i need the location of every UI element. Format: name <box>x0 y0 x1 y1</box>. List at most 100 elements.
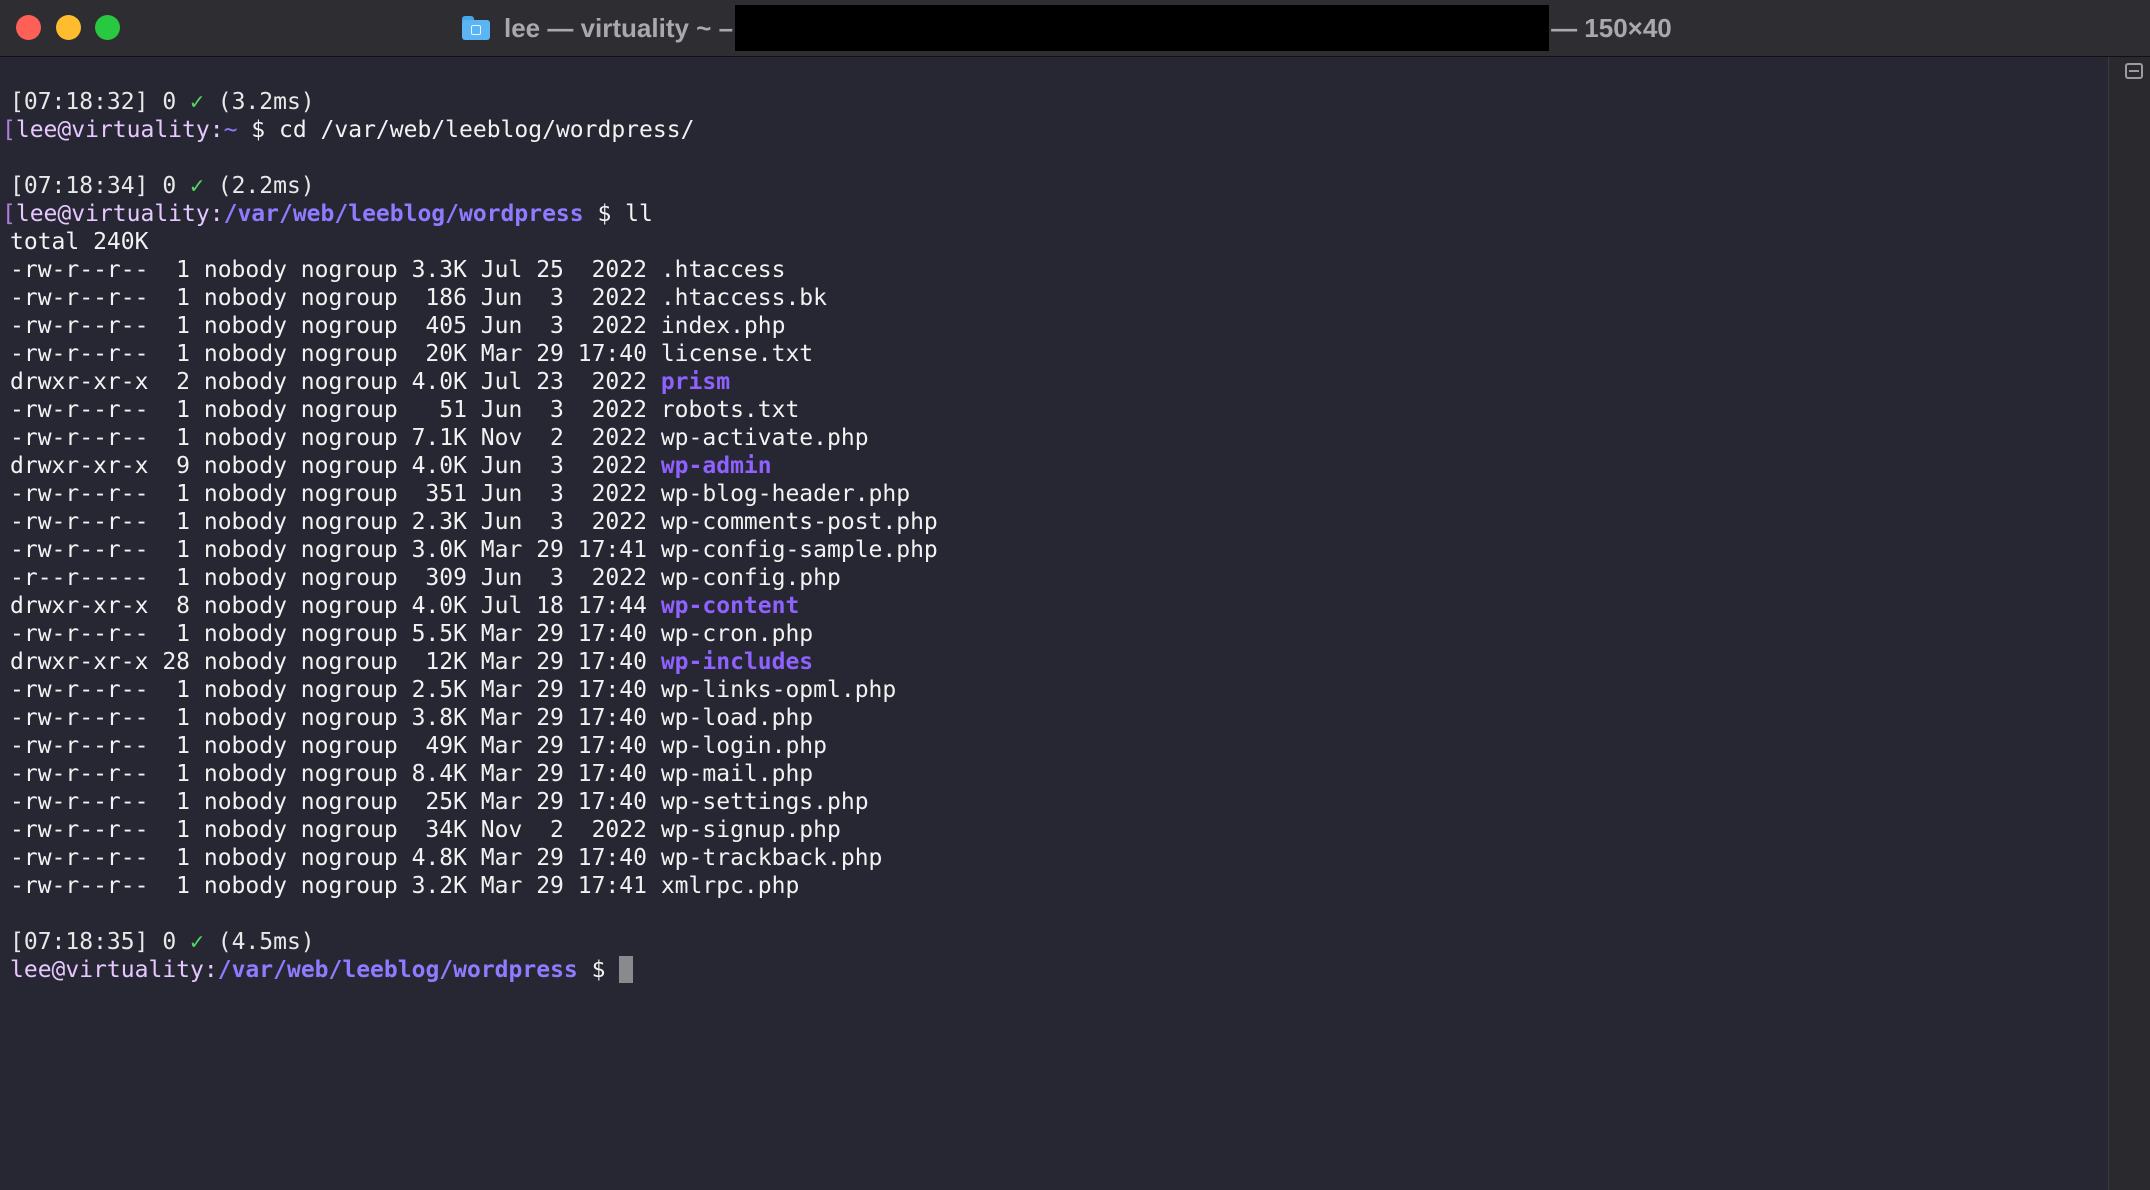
file-info: -rw-r--r-- 1 nobody nogroup 405 Jun 3 20… <box>10 313 661 339</box>
status-time: [07:18:32] 0 <box>10 89 191 115</box>
prompt-path: ~ <box>223 117 238 143</box>
file-info: drwxr-xr-x 8 nobody nogroup 4.0K Jul 18 … <box>10 593 661 619</box>
file-name: wp-login.php <box>660 733 827 759</box>
directory-name: wp-admin <box>660 453 772 479</box>
status-line: [07:18:34] 0 ✓ (2.2ms) <box>10 172 315 200</box>
file-name: robots.txt <box>660 397 800 423</box>
split-pane-icon[interactable] <box>2125 63 2143 79</box>
file-name: wp-settings.php <box>660 789 869 815</box>
listing-row: -rw-r--r-- 1 nobody nogroup 25K Mar 29 1… <box>10 788 869 816</box>
file-info: drwxr-xr-x 28 nobody nogroup 12K Mar 29 … <box>10 649 661 675</box>
listing-row: -rw-r--r-- 1 nobody nogroup 51 Jun 3 202… <box>10 396 799 424</box>
status-time: [07:18:34] 0 <box>10 173 191 199</box>
file-name: wp-trackback.php <box>660 845 883 871</box>
file-info: -rw-r--r-- 1 nobody nogroup 5.5K Mar 29 … <box>10 621 661 647</box>
file-name: wp-load.php <box>660 705 814 731</box>
prompt-bracket: [ <box>2 117 16 143</box>
zoom-button[interactable] <box>95 15 120 40</box>
file-name: wp-cron.php <box>660 621 814 647</box>
terminal-output[interactable]: [07:18:32] 0 ✓ (3.2ms) [lee@virtuality:~… <box>0 57 2122 1190</box>
status-line: [07:18:32] 0 ✓ (3.2ms) <box>10 88 315 116</box>
file-info: -rw-r--r-- 1 nobody nogroup 8.4K Mar 29 … <box>10 761 661 787</box>
listing-row: -rw-r--r-- 1 nobody nogroup 8.4K Mar 29 … <box>10 760 813 788</box>
prompt-user: lee@virtuality <box>10 957 204 983</box>
terminal-window: lee — virtuality ~ – — 150×40 [07:18:32]… <box>0 0 2150 1190</box>
file-name: wp-blog-header.php <box>660 481 911 507</box>
listing-row: -rw-r--r-- 1 nobody nogroup 7.1K Nov 2 2… <box>10 424 869 452</box>
file-info: -rw-r--r-- 1 nobody nogroup 34K Nov 2 20… <box>10 817 661 843</box>
check-icon: ✓ <box>190 929 204 955</box>
prompt-colon: : <box>209 201 224 227</box>
listing-row: -rw-r--r-- 1 nobody nogroup 405 Jun 3 20… <box>10 312 785 340</box>
file-name: .htaccess <box>660 257 786 283</box>
minimize-button[interactable] <box>56 15 81 40</box>
listing-row: -r--r----- 1 nobody nogroup 309 Jun 3 20… <box>10 564 841 592</box>
check-icon: ✓ <box>190 173 204 199</box>
prompt-command: $ cd /var/web/leeblog/wordpress/ <box>237 117 695 143</box>
close-button[interactable] <box>16 15 41 40</box>
status-duration: (4.5ms) <box>203 929 315 955</box>
file-name: wp-activate.php <box>660 425 869 451</box>
file-info: -rw-r--r-- 1 nobody nogroup 2.5K Mar 29 … <box>10 677 661 703</box>
file-info: drwxr-xr-x 9 nobody nogroup 4.0K Jun 3 2… <box>10 453 661 479</box>
redacted-block <box>735 5 1550 51</box>
file-info: -rw-r--r-- 1 nobody nogroup 3.8K Mar 29 … <box>10 705 661 731</box>
title-bar[interactable]: lee — virtuality ~ – — 150×40 <box>0 0 2150 57</box>
text-cursor[interactable] <box>619 956 634 983</box>
file-name: wp-links-opml.php <box>660 677 897 703</box>
file-name: wp-comments-post.php <box>660 509 938 535</box>
listing-row: -rw-r--r-- 1 nobody nogroup 34K Nov 2 20… <box>10 816 841 844</box>
check-icon: ✓ <box>190 89 204 115</box>
listing-row: -rw-r--r-- 1 nobody nogroup 2.3K Jun 3 2… <box>10 508 938 536</box>
directory-name: wp-content <box>660 593 800 619</box>
prompt-user: lee@virtuality <box>15 201 210 227</box>
listing-row: -rw-r--r-- 1 nobody nogroup 186 Jun 3 20… <box>10 284 827 312</box>
listing-row: -rw-r--r-- 1 nobody nogroup 4.8K Mar 29 … <box>10 844 882 872</box>
status-duration: (2.2ms) <box>203 173 315 199</box>
home-folder-icon <box>462 16 490 40</box>
directory-name: wp-includes <box>660 649 814 675</box>
file-name: wp-mail.php <box>660 761 814 787</box>
prompt-bracket: [ <box>2 201 16 227</box>
file-name: xmlrpc.php <box>660 873 800 899</box>
directory-name: prism <box>660 369 731 395</box>
prompt-user: lee@virtuality <box>15 117 210 143</box>
prompt-path: /var/web/leeblog/wordpress <box>223 201 584 227</box>
file-info: -r--r----- 1 nobody nogroup 309 Jun 3 20… <box>10 565 661 591</box>
prompt-colon: : <box>203 957 218 983</box>
total-line: total 240K <box>10 229 149 255</box>
prompt-path: /var/web/leeblog/wordpress <box>217 957 578 983</box>
scrollbar[interactable] <box>2108 57 2150 1190</box>
file-info: -rw-r--r-- 1 nobody nogroup 7.1K Nov 2 2… <box>10 425 661 451</box>
listing-row: -rw-r--r-- 1 nobody nogroup 3.0K Mar 29 … <box>10 536 938 564</box>
prompt-line: [lee@virtuality:/var/web/leeblog/wordpre… <box>2 200 653 228</box>
listing-row: -rw-r--r-- 1 nobody nogroup 3.3K Jul 25 … <box>10 256 785 284</box>
file-info: -rw-r--r-- 1 nobody nogroup 186 Jun 3 20… <box>10 285 661 311</box>
window-size-text: — 150×40 <box>1551 12 1672 43</box>
file-info: -rw-r--r-- 1 nobody nogroup 3.2K Mar 29 … <box>10 873 661 899</box>
prompt-line: lee@virtuality:/var/web/leeblog/wordpres… <box>10 956 634 984</box>
listing-row: -rw-r--r-- 1 nobody nogroup 3.2K Mar 29 … <box>10 872 799 900</box>
listing-row: -rw-r--r-- 1 nobody nogroup 49K Mar 29 1… <box>10 732 827 760</box>
file-name: index.php <box>660 313 786 339</box>
status-line: [07:18:35] 0 ✓ (4.5ms) <box>10 928 315 956</box>
file-info: -rw-r--r-- 1 nobody nogroup 4.8K Mar 29 … <box>10 845 661 871</box>
file-info: -rw-r--r-- 1 nobody nogroup 49K Mar 29 1… <box>10 733 661 759</box>
prompt-line: [lee@virtuality:~ $ cd /var/web/leeblog/… <box>2 116 694 144</box>
file-info: -rw-r--r-- 1 nobody nogroup 25K Mar 29 1… <box>10 789 661 815</box>
file-name: wp-config-sample.php <box>660 537 938 563</box>
file-info: -rw-r--r-- 1 nobody nogroup 3.3K Jul 25 … <box>10 257 661 283</box>
listing-row: -rw-r--r-- 1 nobody nogroup 351 Jun 3 20… <box>10 480 910 508</box>
file-info: -rw-r--r-- 1 nobody nogroup 20K Mar 29 1… <box>10 341 661 367</box>
file-info: -rw-r--r-- 1 nobody nogroup 2.3K Jun 3 2… <box>10 509 661 535</box>
file-info: -rw-r--r-- 1 nobody nogroup 51 Jun 3 202… <box>10 397 661 423</box>
listing-row: -rw-r--r-- 1 nobody nogroup 5.5K Mar 29 … <box>10 620 813 648</box>
prompt-colon: : <box>209 117 224 143</box>
prompt-command: $ ll <box>583 201 653 227</box>
listing-row: -rw-r--r-- 1 nobody nogroup 3.8K Mar 29 … <box>10 704 813 732</box>
file-name: .htaccess.bk <box>660 285 827 311</box>
window-title-text: lee — virtuality ~ – <box>504 12 734 43</box>
window-title: lee — virtuality ~ – — 150×40 <box>462 0 1672 56</box>
listing-row: drwxr-xr-x 9 nobody nogroup 4.0K Jun 3 2… <box>10 452 772 480</box>
status-time: [07:18:35] 0 <box>10 929 191 955</box>
